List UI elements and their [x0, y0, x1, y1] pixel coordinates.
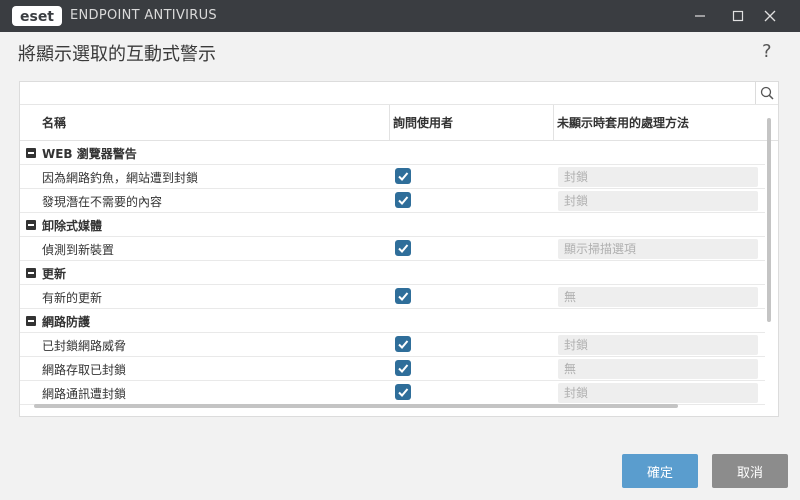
- alert-label: 已封鎖網路威脅: [42, 339, 127, 353]
- group-label: 網路防護: [42, 315, 91, 329]
- action-dropdown[interactable]: 封鎖: [558, 335, 758, 355]
- ask-user-checkbox[interactable]: [395, 192, 411, 208]
- collapse-icon[interactable]: [26, 148, 36, 158]
- table-row: 發現潛在不需要的內容 封鎖: [20, 189, 765, 213]
- alert-label: 偵測到新裝置: [42, 243, 115, 257]
- alert-label: 因為網路釣魚，網站遭到封鎖: [42, 171, 199, 185]
- cancel-button[interactable]: 取消: [712, 454, 788, 488]
- table-row: 偵測到新裝置 顯示掃描選項: [20, 237, 765, 261]
- dialog-title: 將顯示選取的互動式警示: [18, 44, 216, 65]
- ask-user-checkbox[interactable]: [395, 360, 411, 376]
- table-row: 網路通訊遭封鎖 封鎖: [20, 381, 765, 405]
- group-row[interactable]: WEB 瀏覽器警告: [20, 141, 765, 165]
- checkmark-icon: [398, 196, 409, 205]
- action-dropdown[interactable]: 封鎖: [558, 191, 758, 211]
- checkmark-icon: [398, 244, 409, 253]
- alert-label: 有新的更新: [42, 291, 103, 305]
- action-dropdown[interactable]: 顯示掃描選項: [558, 239, 758, 259]
- table-row: 已封鎖網路威脅 封鎖: [20, 333, 765, 357]
- table-row: 有新的更新 無: [20, 285, 765, 309]
- horizontal-scrollbar[interactable]: [34, 404, 678, 408]
- column-header-ask-user[interactable]: 詢問使用者: [393, 105, 453, 141]
- action-dropdown[interactable]: 無: [558, 359, 758, 379]
- group-label: WEB 瀏覽器警告: [42, 147, 137, 161]
- column-divider[interactable]: [389, 105, 390, 140]
- vertical-scrollbar[interactable]: [767, 118, 771, 322]
- ok-button[interactable]: 確定: [622, 454, 698, 488]
- collapse-icon[interactable]: [26, 268, 36, 278]
- table-body: WEB 瀏覽器警告 因為網路釣魚，網站遭到封鎖 封鎖 發現潛在不需要的內容 封鎖…: [20, 141, 765, 405]
- table-row: 因為網路釣魚，網站遭到封鎖 封鎖: [20, 165, 765, 189]
- ask-user-checkbox[interactable]: [395, 336, 411, 352]
- search-icon: [760, 86, 774, 100]
- checkmark-icon: [398, 172, 409, 181]
- close-icon: [764, 10, 776, 22]
- column-header-name[interactable]: 名稱: [42, 105, 66, 141]
- group-label: 卸除式媒體: [42, 219, 103, 233]
- minimize-icon: [695, 15, 705, 17]
- ask-user-checkbox[interactable]: [395, 288, 411, 304]
- group-label: 更新: [42, 267, 67, 281]
- search-bar: [20, 82, 778, 105]
- maximize-icon: [732, 10, 744, 22]
- action-dropdown[interactable]: 無: [558, 287, 758, 307]
- checkmark-icon: [398, 388, 409, 397]
- logo-text: eset: [20, 9, 54, 25]
- ask-user-checkbox[interactable]: [395, 240, 411, 256]
- column-header-action[interactable]: 未顯示時套用的處理方法: [557, 105, 689, 141]
- column-divider[interactable]: [553, 105, 554, 140]
- alert-label: 網路通訊遭封鎖: [42, 387, 127, 401]
- close-button[interactable]: [750, 0, 790, 32]
- help-icon[interactable]: ?: [762, 41, 772, 62]
- title-bar: eset ENDPOINT ANTIVIRUS: [0, 0, 800, 32]
- app-name: ENDPOINT ANTIVIRUS: [70, 8, 217, 23]
- checkmark-icon: [398, 292, 409, 301]
- ask-user-checkbox[interactable]: [395, 168, 411, 184]
- action-dropdown[interactable]: 封鎖: [558, 167, 758, 187]
- checkmark-icon: [398, 364, 409, 373]
- checkmark-icon: [398, 340, 409, 349]
- group-row[interactable]: 卸除式媒體: [20, 213, 765, 237]
- alerts-table: 名稱 詢問使用者 未顯示時套用的處理方法 WEB 瀏覽器警告 因為網路釣魚，網站…: [19, 81, 779, 417]
- collapse-icon[interactable]: [26, 220, 36, 230]
- table-row: 網路存取已封鎖 無: [20, 357, 765, 381]
- eset-logo: eset: [12, 6, 62, 26]
- alert-label: 發現潛在不需要的內容: [42, 195, 163, 209]
- group-row[interactable]: 網路防護: [20, 309, 765, 333]
- ask-user-checkbox[interactable]: [395, 384, 411, 400]
- group-row[interactable]: 更新: [20, 261, 765, 285]
- minimize-button[interactable]: [680, 0, 720, 32]
- action-dropdown[interactable]: 封鎖: [558, 383, 758, 403]
- collapse-icon[interactable]: [26, 316, 36, 326]
- alert-label: 網路存取已封鎖: [42, 363, 127, 377]
- search-button[interactable]: [755, 82, 778, 104]
